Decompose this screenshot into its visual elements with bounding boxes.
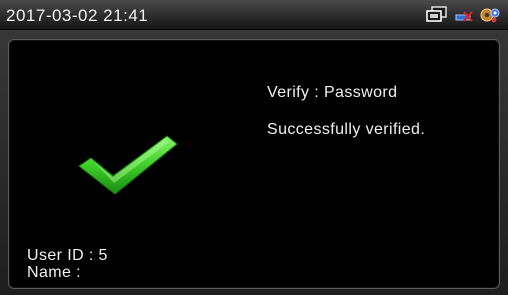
user-name-text: Name : — [27, 264, 81, 281]
datetime-display: 2017-03-02 21:41 — [6, 6, 149, 25]
status-icons — [426, 6, 500, 24]
verification-panel: Verify : Password Successfully verified.… — [8, 39, 500, 289]
green-checkmark-icon — [77, 130, 181, 205]
verify-result-text: Successfully verified. — [267, 121, 426, 138]
verify-method-text: Verify : Password — [267, 84, 398, 101]
settings-icon — [480, 6, 500, 24]
terminal-screen: 2017-03-02 21:41 Verify: Password Succe… — [0, 0, 508, 295]
status-bar: 2017-03-02 21:41 — [0, 0, 508, 30]
user-id-text: User ID : 5 — [27, 247, 108, 264]
network-icon — [426, 6, 448, 24]
disconnected-icon — [454, 6, 474, 24]
